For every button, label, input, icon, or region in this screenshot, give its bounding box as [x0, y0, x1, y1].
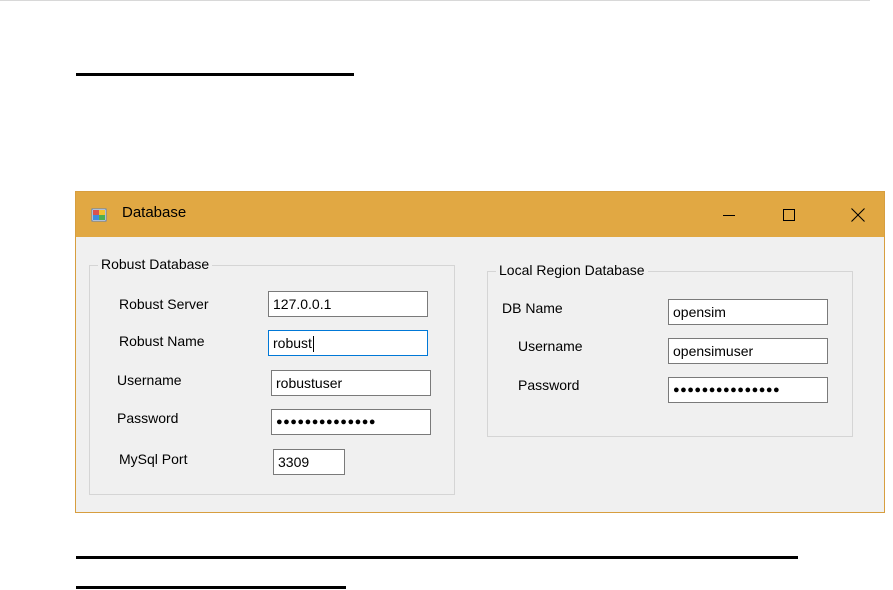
minimize-icon — [723, 214, 735, 216]
robust-name-input[interactable]: robust — [268, 330, 428, 356]
robust-server-label: Robust Server — [119, 296, 209, 312]
rule-line — [76, 556, 798, 559]
local-password-input[interactable]: ●●●●●●●●●●●●●●● — [668, 377, 828, 403]
local-group-title: Local Region Database — [496, 262, 648, 278]
robust-name-value: robust — [273, 335, 312, 351]
robust-username-input[interactable]: robustuser — [271, 370, 431, 396]
database-window: Database Robust Database Robust Server 1… — [75, 191, 885, 513]
robust-name-label: Robust Name — [119, 333, 205, 349]
mysql-port-value: 3309 — [278, 454, 310, 470]
local-password-mask: ●●●●●●●●●●●●●●● — [673, 384, 781, 396]
app-icon — [91, 207, 107, 223]
robust-server-value: 127.0.0.1 — [273, 296, 332, 312]
db-name-value: opensim — [673, 304, 726, 320]
maximize-icon — [783, 208, 795, 221]
robust-group-title: Robust Database — [98, 256, 213, 272]
close-button[interactable] — [833, 192, 883, 237]
local-region-database-group: Local Region Database DB Name opensim Us… — [487, 262, 853, 437]
rule-line — [76, 586, 346, 589]
close-icon — [851, 207, 865, 222]
robust-password-mask: ●●●●●●●●●●●●●● — [276, 416, 377, 428]
robust-username-label: Username — [117, 372, 182, 388]
window-title: Database — [122, 204, 187, 221]
robust-password-input[interactable]: ●●●●●●●●●●●●●● — [271, 409, 431, 435]
mysql-port-input[interactable]: 3309 — [273, 449, 345, 475]
mysql-port-label: MySql Port — [119, 451, 188, 467]
rule-line — [76, 73, 354, 76]
robust-server-input[interactable]: 127.0.0.1 — [268, 291, 428, 317]
robust-username-value: robustuser — [276, 375, 343, 391]
local-username-input[interactable]: opensimuser — [668, 338, 828, 364]
robust-password-label: Password — [117, 410, 179, 426]
db-name-label: DB Name — [502, 300, 563, 316]
text-caret — [312, 336, 314, 353]
local-username-label: Username — [518, 338, 583, 354]
local-password-label: Password — [518, 377, 580, 393]
minimize-button[interactable] — [704, 192, 754, 237]
maximize-button[interactable] — [764, 192, 814, 237]
document-page: Database Robust Database Robust Server 1… — [0, 0, 893, 590]
title-bar[interactable]: Database — [76, 192, 884, 237]
db-name-input[interactable]: opensim — [668, 299, 828, 325]
robust-database-group: Robust Database Robust Server 127.0.0.1 … — [89, 256, 455, 495]
top-divider — [0, 0, 870, 1]
local-username-value: opensimuser — [673, 343, 754, 359]
